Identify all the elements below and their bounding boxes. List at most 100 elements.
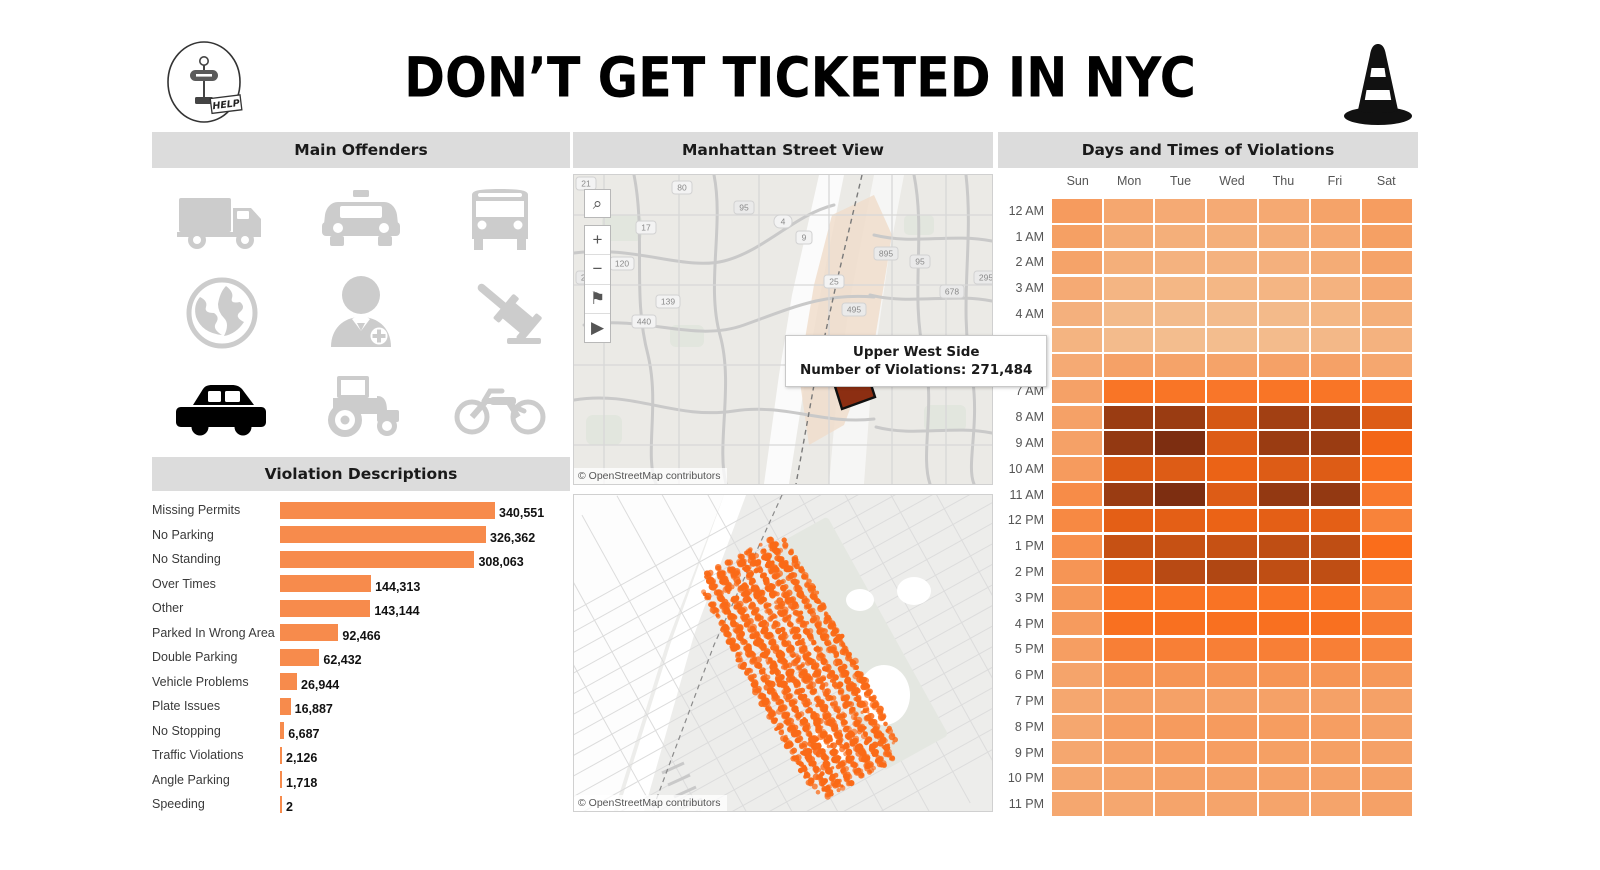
heatmap-cell[interactable] xyxy=(1258,405,1309,430)
pin-icon[interactable]: ⚑ xyxy=(585,285,610,314)
heatmap-cell[interactable] xyxy=(1310,302,1361,326)
heatmap-cell[interactable] xyxy=(1362,431,1412,455)
heatmap-cell[interactable] xyxy=(1052,740,1102,765)
bar-row[interactable]: Over Times 144,313 xyxy=(152,572,570,597)
heatmap-cell[interactable] xyxy=(1155,715,1206,739)
heatmap-cell[interactable] xyxy=(1310,353,1361,378)
heatmap-cell[interactable] xyxy=(1207,508,1257,533)
heatmap-cell[interactable] xyxy=(1103,482,1154,507)
heatmap-cell[interactable] xyxy=(1052,534,1102,558)
heatmap-cell[interactable] xyxy=(1052,663,1102,687)
heatmap-cell[interactable] xyxy=(1155,560,1206,584)
bar-row[interactable]: Traffic Violations 2,126 xyxy=(152,743,570,768)
heatmap-cell[interactable] xyxy=(1310,766,1361,791)
heatmap-cell[interactable] xyxy=(1207,302,1257,326)
heatmap-cell[interactable] xyxy=(1258,637,1309,662)
heatmap-cell[interactable] xyxy=(1052,689,1102,713)
heatmap-cell[interactable] xyxy=(1103,740,1154,765)
tractor-icon[interactable] xyxy=(291,359,430,452)
motorcycle-icon[interactable] xyxy=(431,359,570,452)
heatmap-cell[interactable] xyxy=(1258,250,1309,275)
heatmap-cell[interactable] xyxy=(1052,353,1102,378)
heatmap-cell[interactable] xyxy=(1103,508,1154,533)
heatmap-cell[interactable] xyxy=(1258,328,1309,352)
bar-row[interactable]: Plate Issues 16,887 xyxy=(152,694,570,719)
heatmap-cell[interactable] xyxy=(1155,250,1206,275)
heatmap-cell[interactable] xyxy=(1155,663,1206,687)
heatmap-cell[interactable] xyxy=(1052,457,1102,481)
heatmap-cell[interactable] xyxy=(1258,482,1309,507)
heatmap-cell[interactable] xyxy=(1103,405,1154,430)
heatmap-cell[interactable] xyxy=(1207,431,1257,455)
heatmap-cell[interactable] xyxy=(1103,689,1154,713)
heatmap-cell[interactable] xyxy=(1362,199,1412,223)
bar-fill[interactable] xyxy=(280,526,487,543)
zoom-in-icon[interactable]: + xyxy=(585,226,610,256)
bar-fill[interactable] xyxy=(280,771,282,788)
heatmap-cell[interactable] xyxy=(1258,663,1309,687)
heatmap-cell[interactable] xyxy=(1258,689,1309,713)
heatmap-cell[interactable] xyxy=(1207,715,1257,739)
heatmap-cell[interactable] xyxy=(1310,663,1361,687)
heatmap-cell[interactable] xyxy=(1052,379,1102,404)
heatmap-cell[interactable] xyxy=(1052,482,1102,507)
bar-row[interactable]: Parked In Wrong Area 92,466 xyxy=(152,621,570,646)
heatmap-cell[interactable] xyxy=(1155,276,1206,301)
heatmap-cell[interactable] xyxy=(1052,715,1102,739)
heatmap-cell[interactable] xyxy=(1207,199,1257,223)
car-icon[interactable] xyxy=(152,359,291,452)
heatmap-cell[interactable] xyxy=(1362,586,1412,610)
heatmap-cell[interactable] xyxy=(1258,508,1309,533)
heatmap-cell[interactable] xyxy=(1155,689,1206,713)
heatmap-cell[interactable] xyxy=(1258,199,1309,223)
heatmap-cell[interactable] xyxy=(1207,405,1257,430)
search-icon[interactable]: ⌕ xyxy=(585,190,610,217)
heatmap-cell[interactable] xyxy=(1207,482,1257,507)
bar-fill[interactable] xyxy=(280,648,320,666)
heatmap-cell[interactable] xyxy=(1207,224,1257,249)
heatmap-cell[interactable] xyxy=(1103,379,1154,404)
heatmap-cell[interactable] xyxy=(1103,353,1154,378)
heatmap-cell[interactable] xyxy=(1155,302,1206,326)
heatmap-cell[interactable] xyxy=(1103,560,1154,584)
heatmap-cell[interactable] xyxy=(1103,611,1154,636)
heatmap-cell[interactable] xyxy=(1207,611,1257,636)
heatmap-cell[interactable] xyxy=(1362,715,1412,739)
heatmap-cell[interactable] xyxy=(1310,586,1361,610)
bus-icon[interactable] xyxy=(431,174,570,267)
heatmap-cell[interactable] xyxy=(1155,534,1206,558)
heatmap-cell[interactable] xyxy=(1052,431,1102,455)
heatmap-cell[interactable] xyxy=(1310,508,1361,533)
heatmap-cell[interactable] xyxy=(1310,689,1361,713)
heatmap-cell[interactable] xyxy=(1310,611,1361,636)
globe-icon[interactable] xyxy=(152,267,291,360)
heatmap-cell[interactable] xyxy=(1155,740,1206,765)
heatmap-cell[interactable] xyxy=(1207,250,1257,275)
heatmap-cell[interactable] xyxy=(1362,792,1412,816)
heatmap-cell[interactable] xyxy=(1362,766,1412,791)
heatmap-cell[interactable] xyxy=(1258,276,1309,301)
heatmap-cell[interactable] xyxy=(1258,353,1309,378)
bar-fill[interactable] xyxy=(280,673,297,690)
heatmap-cell[interactable] xyxy=(1103,637,1154,662)
heatmap-cell[interactable] xyxy=(1362,276,1412,301)
heatmap-cell[interactable] xyxy=(1155,405,1206,430)
heatmap-cell[interactable] xyxy=(1310,637,1361,662)
map-search-control[interactable]: ⌕ xyxy=(584,189,611,218)
heatmap-cell[interactable] xyxy=(1103,534,1154,558)
heatmap-cell[interactable] xyxy=(1155,353,1206,378)
zoom-out-icon[interactable]: − xyxy=(585,255,610,285)
heatmap-cell[interactable] xyxy=(1362,560,1412,584)
heatmap-cell[interactable] xyxy=(1258,224,1309,249)
heatmap-cell[interactable] xyxy=(1310,560,1361,584)
heatmap-cell[interactable] xyxy=(1258,611,1309,636)
choropleth-map[interactable]: 21 80 17 95 4 120 895 95 678 295 280 139… xyxy=(573,174,993,485)
violation-points-map[interactable]: © OpenStreetMap contributors xyxy=(573,494,993,812)
heatmap-cell[interactable] xyxy=(1155,611,1206,636)
heatmap-cell[interactable] xyxy=(1207,560,1257,584)
heatmap-cell[interactable] xyxy=(1155,379,1206,404)
heatmap-cell[interactable] xyxy=(1207,792,1257,816)
heatmap-cell[interactable] xyxy=(1052,199,1102,223)
heatmap-cell[interactable] xyxy=(1103,663,1154,687)
heatmap-cell[interactable] xyxy=(1362,353,1412,378)
